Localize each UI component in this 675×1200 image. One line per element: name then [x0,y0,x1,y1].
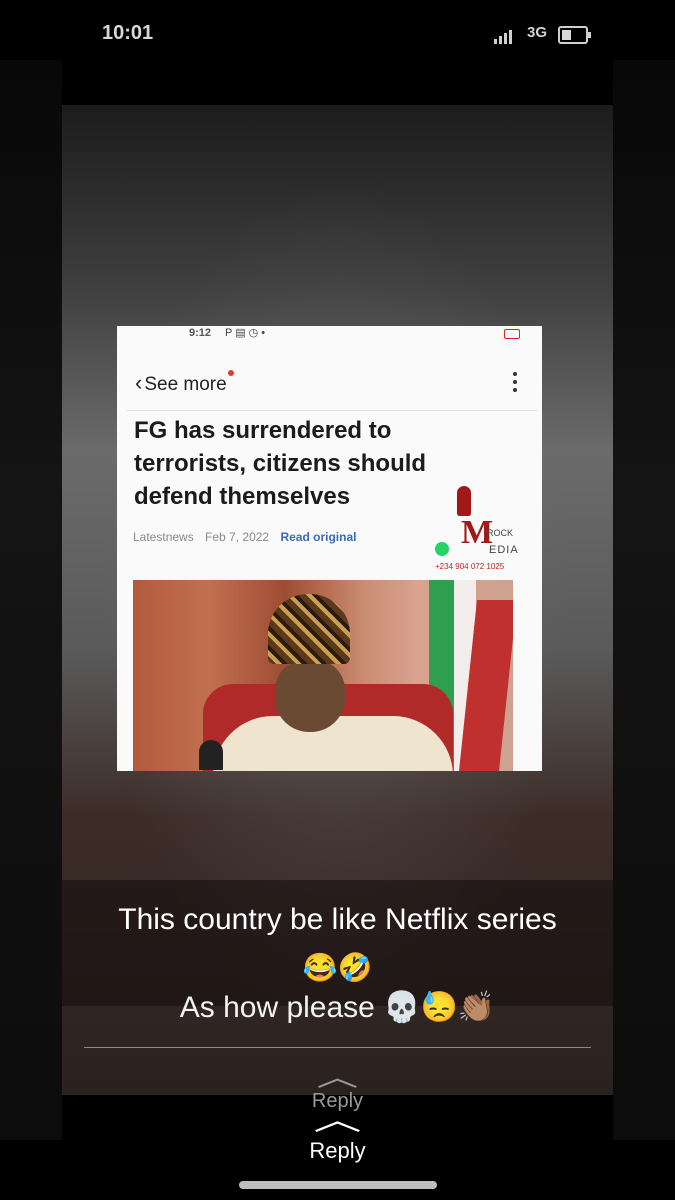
reply-divider [84,1047,591,1048]
rock-media-watermark: M ROCK EDIA +234 904 072 1025 [435,486,535,576]
network-type: 3G [527,24,548,41]
watermark-phone: +234 904 072 1025 [435,562,505,571]
reply-button[interactable]: ︿ Reply [0,1104,675,1164]
notification-dot [227,370,234,376]
chevron-left-icon: ‹ [135,370,143,395]
battery-icon [558,26,591,44]
robe [213,716,453,771]
home-indicator[interactable] [239,1181,437,1189]
whatsapp-icon [435,542,449,556]
article-headline: FG has surrendered to terrorists, citize… [134,417,427,510]
microphone [199,740,223,770]
more-options-icon [513,372,517,396]
embedded-battery-icon [504,329,520,339]
watermark-edia: EDIA [489,544,519,556]
embedded-time: 9:12 [189,327,212,339]
caption-line-1: This country be like Netflix series [118,903,557,936]
signal-icon [494,26,514,44]
face [275,660,345,732]
see-more-button: ‹ See more [135,370,234,396]
chevron-up-icon: ︿ [313,1104,362,1137]
chevron-up-icon: ︿ [316,1062,359,1092]
divider [127,410,537,411]
caption-background [62,880,613,1006]
caption-emoji: 😂🤣 [302,952,373,983]
watermark-figure [457,486,471,516]
embedded-status-bar: 9:12 P ▤ ◷ • [117,326,542,344]
embedded-notification-icons: P ▤ ◷ • [225,327,266,339]
watermark-rock: ROCK [487,528,514,538]
article-source: Latestnews [133,530,194,544]
article-date: Feb 7, 2022 [205,530,270,544]
battery-fill [562,30,571,40]
status-time: 10:01 [102,22,154,44]
see-more-label: See more [144,374,227,395]
status-bar: 10:01 3G [0,0,675,70]
cap [268,594,350,664]
shared-screenshot[interactable]: 9:12 P ▤ ◷ • ‹ See more FG has surrendere… [117,326,542,771]
read-original-link: Read original [280,530,357,544]
caption-line-2: As how please 💀😓👏🏽 [179,991,496,1024]
article-meta: Latestnews Feb 7, 2022 Read original [133,530,356,544]
article-photo [133,580,513,771]
reply-label: Reply [309,1138,366,1163]
